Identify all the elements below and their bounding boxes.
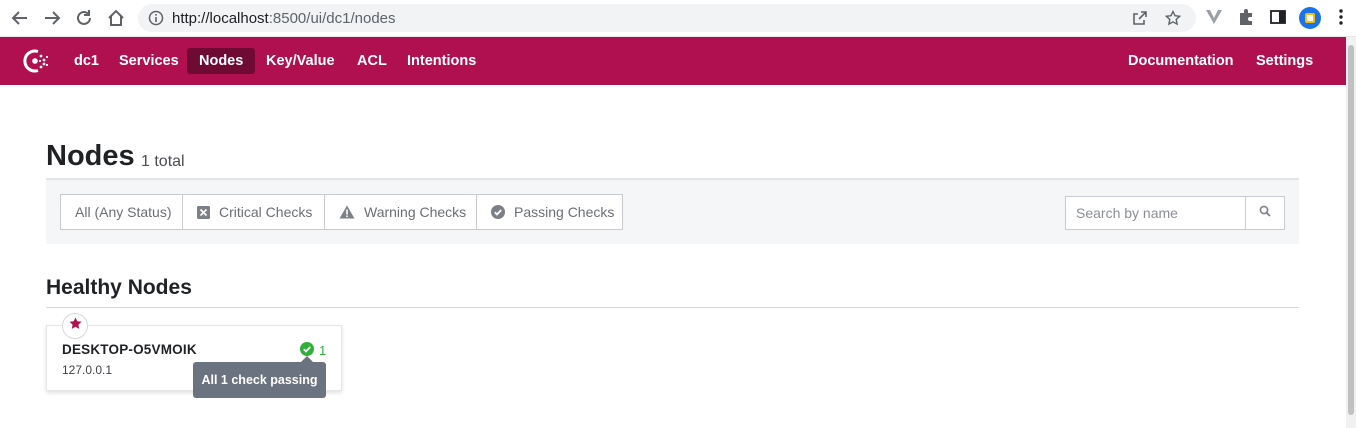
node-name[interactable]: DESKTOP-O5VMOIK — [62, 342, 197, 357]
consul-logo-icon[interactable] — [20, 46, 50, 76]
nav-intentions[interactable]: Intentions — [395, 48, 488, 74]
filter-bar: All (Any Status) Critical Checks Warning… — [46, 180, 1299, 244]
critical-x-icon — [197, 205, 210, 219]
url-host: http://localhost — [172, 10, 269, 27]
vue-devtools-icon[interactable] — [1205, 8, 1223, 31]
nav-documentation[interactable]: Documentation — [1116, 48, 1246, 74]
leader-badge — [62, 313, 88, 339]
site-info-icon[interactable] — [148, 10, 164, 31]
warning-triangle-icon — [339, 205, 355, 219]
filter-critical-checks[interactable]: Critical Checks — [182, 194, 325, 230]
star-icon — [69, 317, 82, 335]
forward-icon[interactable] — [40, 6, 64, 30]
nav-settings[interactable]: Settings — [1244, 48, 1325, 74]
bookmark-star-icon[interactable] — [1164, 9, 1182, 31]
nav-acl[interactable]: ACL — [345, 48, 399, 74]
url-path: :8500/ui/dc1/nodes — [268, 10, 396, 27]
url-text[interactable]: http://localhost:8500/ui/dc1/nodes — [172, 10, 396, 27]
page-scrollbar[interactable] — [1346, 37, 1356, 428]
nav-key-value[interactable]: Key/Value — [254, 48, 347, 74]
filter-passing-label: Passing Checks — [514, 204, 615, 220]
filter-passing-checks[interactable]: Passing Checks — [476, 194, 623, 230]
section-title-healthy-nodes: Healthy Nodes — [46, 276, 192, 299]
filter-critical-label: Critical Checks — [219, 204, 313, 220]
section-divider — [46, 307, 1299, 308]
filter-warning-checks[interactable]: Warning Checks — [324, 194, 477, 230]
node-address: 127.0.0.1 — [62, 363, 113, 377]
passing-count: 1 — [319, 343, 327, 358]
passing-check-icon — [491, 205, 505, 219]
reload-icon[interactable] — [72, 6, 96, 30]
nav-nodes[interactable]: Nodes — [187, 48, 256, 74]
app-header: dc1 Services Nodes Key/Value ACL Intenti… — [0, 37, 1346, 85]
page-title: Nodes — [46, 140, 135, 172]
side-panel-icon[interactable] — [1269, 8, 1287, 31]
filter-all-label: All (Any Status) — [75, 204, 172, 220]
address-bar[interactable]: http://localhost:8500/ui/dc1/nodes — [138, 4, 1196, 32]
search-icon — [1259, 204, 1271, 222]
datacenter-selector[interactable]: dc1 — [62, 48, 111, 74]
filter-warning-label: Warning Checks — [364, 204, 467, 220]
profile-avatar-icon[interactable] — [1299, 7, 1321, 34]
extensions-puzzle-icon[interactable] — [1237, 8, 1255, 31]
home-icon[interactable] — [104, 6, 128, 30]
browser-menu-icon[interactable] — [1334, 8, 1348, 31]
share-icon[interactable] — [1132, 10, 1148, 31]
scrollbar-thumb[interactable] — [1348, 45, 1354, 415]
node-count: 1 total — [141, 153, 185, 170]
health-tooltip: All 1 check passing — [193, 362, 326, 398]
back-icon[interactable] — [8, 6, 32, 30]
search-button[interactable] — [1245, 196, 1285, 230]
nav-services[interactable]: Services — [107, 48, 191, 74]
filter-all-status[interactable]: All (Any Status) — [60, 194, 183, 230]
browser-toolbar: http://localhost:8500/ui/dc1/nodes — [0, 0, 1356, 37]
